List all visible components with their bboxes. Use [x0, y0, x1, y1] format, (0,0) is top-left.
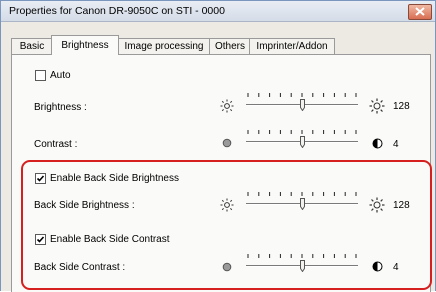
tab-imprinter-addon[interactable]: Imprinter/Addon: [249, 38, 335, 54]
close-button[interactable]: [408, 4, 432, 20]
sun-dim-icon: [220, 99, 234, 113]
slider-ticks: [247, 93, 357, 97]
slider-thumb[interactable]: [299, 99, 305, 111]
contrast-value: 4: [393, 139, 399, 150]
auto-label: Auto: [50, 70, 71, 81]
slider-thumb[interactable]: [299, 136, 305, 148]
tab-basic[interactable]: Basic: [11, 38, 53, 54]
brightness-value: 128: [393, 101, 410, 112]
tab-image-processing[interactable]: Image processing: [117, 38, 211, 54]
highlight-frame: [21, 160, 432, 290]
contrast-low-icon: [222, 138, 232, 148]
sun-bright-icon: [369, 98, 385, 114]
tab-brightness[interactable]: Brightness: [51, 35, 119, 55]
contrast-slider[interactable]: [246, 130, 358, 152]
tab-others[interactable]: Others: [209, 38, 251, 54]
slider-ticks: [247, 130, 357, 134]
properties-dialog: Properties for Canon DR-9050C on STI - 0…: [0, 0, 436, 292]
close-icon: [415, 7, 425, 16]
brightness-label: Brightness :: [34, 102, 87, 113]
title-bar[interactable]: Properties for Canon DR-9050C on STI - 0…: [1, 1, 435, 22]
brightness-slider[interactable]: [246, 93, 358, 115]
contrast-high-icon: [372, 138, 383, 149]
auto-checkbox[interactable]: [35, 70, 46, 81]
window-title: Properties for Canon DR-9050C on STI - 0…: [9, 5, 225, 17]
contrast-label: Contrast :: [34, 139, 78, 150]
